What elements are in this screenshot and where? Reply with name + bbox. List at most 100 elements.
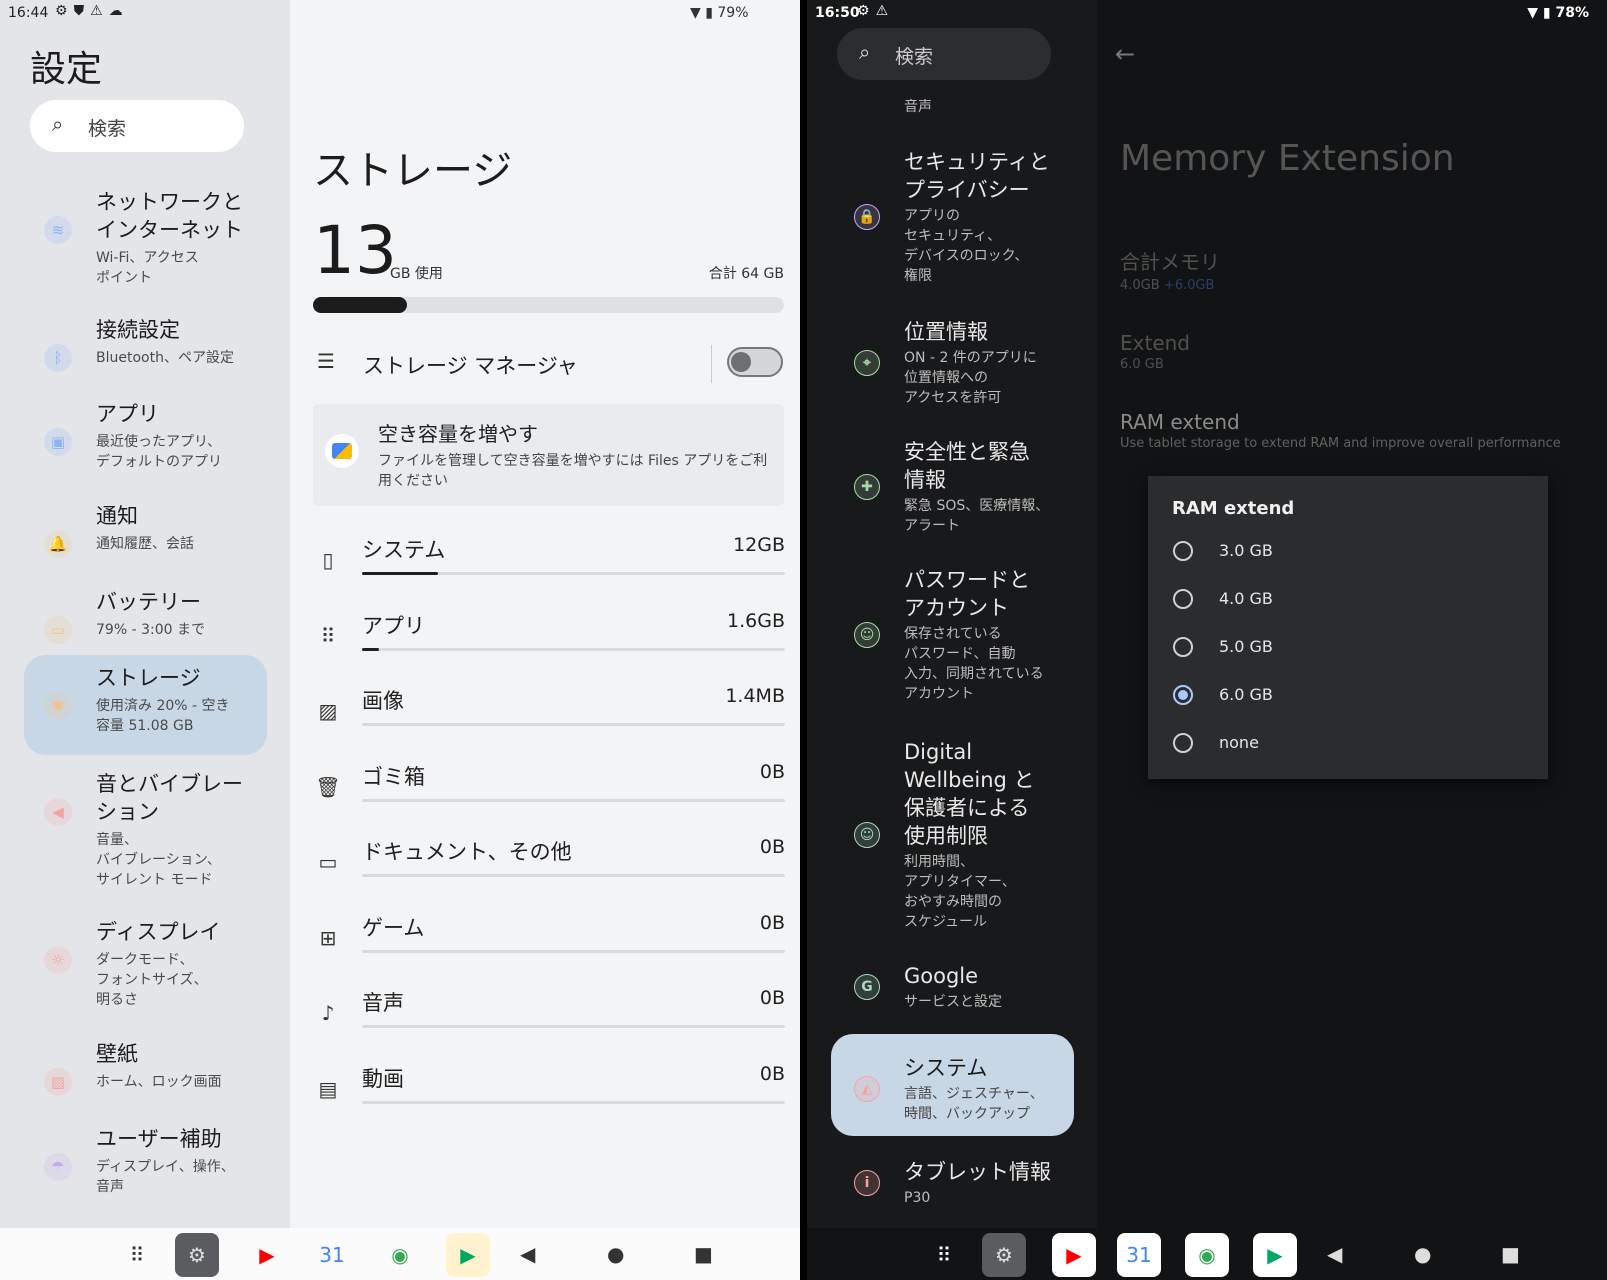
radio-button[interactable] bbox=[1173, 541, 1193, 561]
gamepad-icon: ⊞ bbox=[319, 925, 337, 950]
settings-title: 設定 bbox=[30, 49, 103, 90]
category-value: 1.4MB bbox=[725, 685, 785, 707]
radio-label: 4.0 GB bbox=[1219, 589, 1273, 608]
recents-button[interactable]: ■ bbox=[694, 1242, 713, 1266]
sidebar-item-title[interactable]: システム bbox=[904, 1054, 987, 1082]
home-button[interactable]: ● bbox=[607, 1242, 624, 1266]
category-bar-fill bbox=[362, 572, 439, 575]
category-value: 12GB bbox=[733, 534, 785, 556]
sidebar-item-sub: サービスと設定 bbox=[904, 994, 1002, 1010]
image-icon: ▨ bbox=[318, 699, 338, 723]
chrome-icon[interactable]: ◉ bbox=[1185, 1233, 1229, 1277]
divider bbox=[711, 345, 712, 383]
storage-category-row[interactable]: ▯ システム 12GB bbox=[310, 534, 785, 596]
phone-icon: ▯ bbox=[322, 548, 334, 572]
sidebar-item-title[interactable]: 安全性と緊急 情報 bbox=[904, 438, 1030, 494]
storage-category-row[interactable]: ⊞ ゲーム 0B bbox=[310, 912, 785, 974]
card-title: 空き容量を増やす bbox=[378, 422, 538, 446]
back-button[interactable]: ◀ bbox=[520, 1242, 535, 1266]
google-icon: G bbox=[854, 974, 880, 1000]
info-icon: i bbox=[854, 1170, 880, 1196]
status-right: ▼ ▮ 78% bbox=[1527, 5, 1589, 21]
sidebar-item-title[interactable]: ストレージ bbox=[96, 664, 201, 692]
status-icons: ⚙⛊⚠☁ bbox=[55, 3, 129, 19]
radio-button[interactable] bbox=[1173, 637, 1193, 657]
free-space-card[interactable]: 空き容量を増やす ファイルを管理して空き容量を増やすには Files アプリをご… bbox=[313, 404, 784, 506]
category-label: アプリ bbox=[362, 613, 425, 638]
sidebar-item-title[interactable]: ディスプレイ bbox=[96, 918, 221, 946]
play-store-icon[interactable]: ▶ bbox=[1253, 1233, 1297, 1277]
sidebar-item-title[interactable]: 接続設定 bbox=[96, 316, 180, 344]
status-right: ▼ ▮ 79% bbox=[690, 5, 749, 21]
ram-option[interactable]: 4.0 GB bbox=[1148, 579, 1548, 619]
search-bar[interactable]: ⌕ 検索 bbox=[30, 100, 244, 152]
sidebar-item-title[interactable]: ネットワークと インターネット bbox=[96, 188, 243, 244]
youtube-icon[interactable]: ▶ bbox=[245, 1233, 289, 1277]
ram-extend-label: RAM extend bbox=[1120, 410, 1240, 434]
accessibility-icon: ☂ bbox=[44, 1153, 72, 1181]
recents-button[interactable]: ■ bbox=[1501, 1242, 1520, 1266]
back-arrow-icon[interactable]: ← bbox=[1115, 40, 1135, 68]
shield-icon: ⛊ bbox=[73, 3, 91, 19]
search-icon: ⌕ bbox=[859, 40, 871, 64]
category-label: ゲーム bbox=[362, 915, 425, 940]
youtube-icon[interactable]: ▶ bbox=[1052, 1233, 1096, 1277]
apps-grid-icon[interactable]: ⠿ bbox=[922, 1233, 966, 1277]
radio-button[interactable] bbox=[1173, 685, 1193, 705]
sidebar-item-title[interactable]: バッテリー bbox=[96, 588, 201, 616]
sidebar-item-title[interactable]: 壁紙 bbox=[96, 1040, 138, 1068]
radio-button[interactable] bbox=[1173, 733, 1193, 753]
storage-category-row[interactable]: ▨ 画像 1.4MB bbox=[310, 685, 785, 747]
settings-sidebar: 16:44 ⚙⛊⚠☁ 設定 ⌕ 検索 ≋ ネットワークと インターネット Wi-Fi… bbox=[0, 0, 290, 1228]
plus-icon: ✚ bbox=[854, 474, 880, 500]
sidebar-item-title[interactable]: Google bbox=[904, 962, 978, 990]
sidebar-item-sub: 音量、 バイブレーション、 サイレント モード bbox=[96, 832, 221, 888]
category-bar bbox=[362, 798, 785, 802]
storage-manager-row[interactable]: ☰ ストレージ マネージャ bbox=[313, 345, 784, 399]
search-placeholder: 検索 bbox=[895, 46, 934, 68]
sidebar-item-title[interactable]: アプリ bbox=[96, 400, 159, 428]
chrome-icon[interactable]: ◉ bbox=[378, 1233, 422, 1277]
search-placeholder: 検索 bbox=[88, 118, 127, 140]
sidebar-item-title[interactable]: 位置情報 bbox=[904, 318, 988, 346]
settings-app-icon[interactable]: ⚙ bbox=[175, 1233, 219, 1277]
storage-category-row[interactable]: ♪ 音声 0B bbox=[310, 987, 785, 1049]
sidebar-item-title[interactable]: Digital Wellbeing と 保護者による 使用制限 bbox=[904, 738, 1035, 850]
home-button[interactable]: ● bbox=[1414, 1242, 1431, 1266]
sidebar-item-title[interactable]: 音とバイブレー ション bbox=[96, 770, 243, 826]
storage-category-row[interactable]: ▤ 動画 0B bbox=[310, 1063, 785, 1125]
sidebar-item-title[interactable]: ユーザー補助 bbox=[96, 1125, 222, 1153]
calendar-icon[interactable]: 31 bbox=[1117, 1233, 1161, 1277]
extend-value: 6.0 GB bbox=[1120, 357, 1164, 372]
battery-level: 79% bbox=[717, 5, 749, 21]
sidebar-item-title[interactable]: タブレット情報 bbox=[904, 1158, 1051, 1186]
play-store-icon[interactable]: ▶ bbox=[446, 1233, 490, 1277]
ram-option[interactable]: 5.0 GB bbox=[1148, 627, 1548, 667]
used-number: 13 bbox=[313, 212, 397, 289]
ram-option[interactable]: 3.0 GB bbox=[1148, 531, 1548, 571]
volume-icon: ◀ bbox=[44, 798, 72, 826]
storage-category-row[interactable]: ⠿ アプリ 1.6GB bbox=[310, 610, 785, 672]
left-screen: 16:44 ⚙⛊⚠☁ 設定 ⌕ 検索 ≋ ネットワークと インターネット Wi-Fi… bbox=[0, 0, 800, 1280]
storage-category-row[interactable]: ▭ ドキュメント、その他 0B bbox=[310, 836, 785, 898]
storage-category-row[interactable]: 🗑 ゴミ箱 0B bbox=[310, 761, 785, 823]
search-bar[interactable]: ⌕ 検索 bbox=[837, 28, 1051, 80]
right-screen: 16:50 ⚙⚠ ⌕ 検索 音声 🔒 セキュリティと プライバシー アプリの セキュ… bbox=[807, 0, 1607, 1280]
sidebar-item-title[interactable]: セキュリティと プライバシー bbox=[904, 148, 1050, 204]
settings-app-icon[interactable]: ⚙ bbox=[982, 1233, 1026, 1277]
warning-icon: ⚠ bbox=[875, 3, 895, 19]
sidebar-item-title[interactable]: パスワードと アカウント bbox=[904, 566, 1030, 622]
calendar-icon[interactable]: 31 bbox=[310, 1233, 354, 1277]
ram-option[interactable]: none bbox=[1148, 723, 1548, 763]
settings-sidebar-dark: 16:50 ⚙⚠ ⌕ 検索 音声 🔒 セキュリティと プライバシー アプリの セキュ… bbox=[807, 0, 1097, 1228]
category-value: 1.6GB bbox=[727, 609, 785, 632]
category-bar bbox=[362, 1100, 785, 1104]
category-value: 0B bbox=[759, 836, 785, 858]
ram-option[interactable]: 6.0 GB bbox=[1148, 675, 1548, 715]
storage-manager-toggle[interactable] bbox=[727, 347, 783, 377]
radio-button[interactable] bbox=[1173, 589, 1193, 609]
apps-grid-icon[interactable]: ⠿ bbox=[115, 1233, 159, 1277]
sidebar-item-title[interactable]: 通知 bbox=[96, 502, 138, 530]
sidebar-item-sub: ホーム、ロック画面 bbox=[96, 1074, 222, 1090]
back-button[interactable]: ◀ bbox=[1327, 1242, 1342, 1266]
